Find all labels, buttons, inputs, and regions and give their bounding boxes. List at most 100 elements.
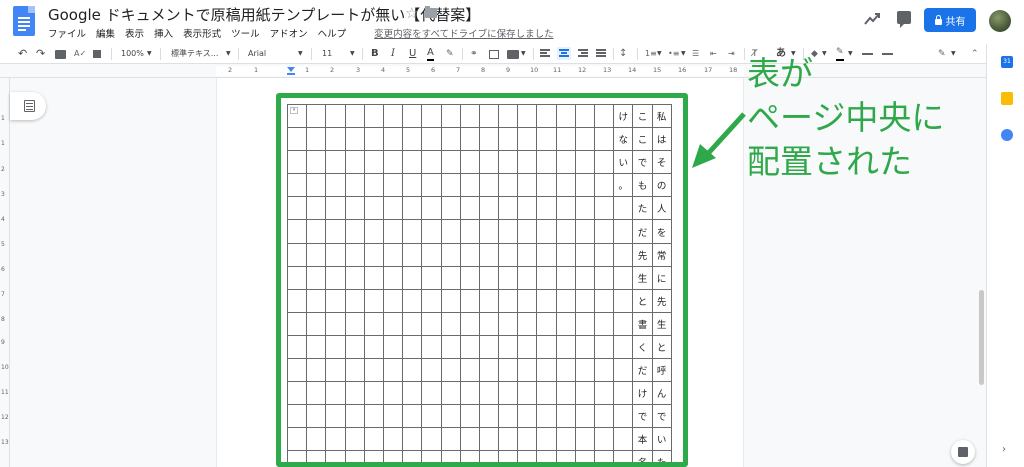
- table-cell[interactable]: [517, 404, 538, 429]
- table-cell[interactable]: [363, 381, 384, 406]
- keep-icon[interactable]: [1001, 92, 1013, 105]
- zoom-select[interactable]: 100%: [121, 47, 144, 61]
- table-cell[interactable]: [613, 381, 634, 406]
- table-cell[interactable]: [382, 404, 404, 429]
- table-cell[interactable]: [593, 219, 615, 244]
- menu-edit[interactable]: 編集: [96, 26, 115, 40]
- table-cell[interactable]: [459, 288, 480, 313]
- table-cell[interactable]: [363, 103, 384, 129]
- table-cell[interactable]: [306, 450, 327, 462]
- table-cell[interactable]: [382, 196, 404, 221]
- table-cell[interactable]: [555, 334, 576, 360]
- table-cell[interactable]: [459, 103, 480, 129]
- table-cell[interactable]: も: [632, 173, 653, 198]
- explore-button[interactable]: [951, 440, 975, 464]
- table-cell[interactable]: [402, 150, 423, 175]
- table-cell[interactable]: [574, 173, 596, 198]
- table-cell[interactable]: [555, 150, 576, 175]
- table-cell[interactable]: 生: [632, 265, 653, 290]
- table-cell[interactable]: [536, 381, 557, 406]
- vertical-ruler[interactable]: 1 1 2 3 4 5 6 7 8 9 10 11 12 13: [0, 78, 10, 467]
- add-comment-icon[interactable]: [489, 50, 499, 59]
- table-cell[interactable]: [536, 427, 557, 452]
- table-cell[interactable]: [574, 219, 596, 244]
- table-cell[interactable]: [459, 127, 480, 152]
- share-button[interactable]: 共有: [924, 8, 976, 32]
- menu-addons[interactable]: アドオン: [270, 26, 308, 40]
- table-cell[interactable]: そ: [651, 150, 672, 175]
- table-cell[interactable]: [440, 311, 461, 336]
- table-cell[interactable]: [498, 242, 519, 267]
- table-cell[interactable]: [325, 358, 346, 383]
- table-cell[interactable]: [593, 127, 615, 152]
- table-cell[interactable]: [593, 334, 615, 360]
- print-icon[interactable]: [55, 50, 66, 59]
- table-cell[interactable]: [325, 265, 346, 290]
- table-cell[interactable]: [325, 334, 346, 360]
- table-cell[interactable]: [306, 288, 327, 313]
- table-cell[interactable]: [363, 311, 384, 336]
- table-cell[interactable]: [325, 127, 346, 152]
- table-cell[interactable]: [536, 173, 557, 198]
- table-cell[interactable]: [440, 427, 461, 452]
- table-cell[interactable]: [536, 196, 557, 221]
- table-cell[interactable]: [402, 288, 423, 313]
- avatar[interactable]: [989, 10, 1011, 32]
- table-cell[interactable]: [536, 311, 557, 336]
- table-cell[interactable]: [555, 103, 576, 129]
- table-cell[interactable]: [325, 288, 346, 313]
- table-cell[interactable]: [613, 288, 634, 313]
- table-cell[interactable]: [593, 196, 615, 221]
- table-cell[interactable]: [306, 381, 327, 406]
- paint-format-icon[interactable]: [93, 50, 101, 58]
- table-cell[interactable]: [613, 404, 634, 429]
- table-cell[interactable]: [517, 381, 538, 406]
- table-cell[interactable]: [306, 358, 327, 383]
- table-cell[interactable]: [306, 427, 327, 452]
- table-cell[interactable]: [555, 127, 576, 152]
- table-cell[interactable]: [421, 196, 442, 221]
- table-cell[interactable]: [536, 219, 557, 244]
- table-cell[interactable]: [421, 450, 442, 462]
- table-cell[interactable]: [478, 450, 500, 462]
- table-cell[interactable]: た: [651, 450, 672, 462]
- table-cell[interactable]: [574, 150, 596, 175]
- align-right-icon[interactable]: [578, 49, 588, 58]
- table-cell[interactable]: [421, 311, 442, 336]
- table-cell[interactable]: [478, 288, 500, 313]
- table-cell[interactable]: [517, 242, 538, 267]
- table-cell[interactable]: [440, 288, 461, 313]
- table-cell[interactable]: [574, 450, 596, 462]
- table-cell[interactable]: [344, 358, 365, 383]
- document-outline-button[interactable]: [10, 92, 46, 120]
- table-cell[interactable]: 本: [632, 427, 653, 452]
- table-cell[interactable]: [574, 288, 596, 313]
- table-cell[interactable]: [498, 381, 519, 406]
- table-cell[interactable]: [459, 427, 480, 452]
- table-cell[interactable]: [286, 127, 308, 152]
- table-cell[interactable]: [593, 103, 615, 129]
- table-cell[interactable]: [440, 265, 461, 290]
- table-cell[interactable]: [459, 404, 480, 429]
- table-cell[interactable]: [421, 103, 442, 129]
- table-cell[interactable]: [344, 381, 365, 406]
- table-cell[interactable]: [613, 334, 634, 360]
- table-cell[interactable]: 常: [651, 242, 672, 267]
- table-cell[interactable]: [286, 219, 308, 244]
- table-cell[interactable]: [344, 173, 365, 198]
- table-cell[interactable]: 私: [651, 103, 672, 129]
- table-cell[interactable]: [536, 404, 557, 429]
- table-cell[interactable]: [286, 311, 308, 336]
- table-cell[interactable]: [402, 173, 423, 198]
- table-cell[interactable]: [536, 242, 557, 267]
- table-cell[interactable]: [555, 404, 576, 429]
- paragraph-style-select[interactable]: 標準テキス...: [171, 47, 218, 61]
- menu-format[interactable]: 表示形式: [183, 26, 221, 40]
- save-status-link[interactable]: 変更内容をすべてドライブに保存しました: [374, 26, 553, 40]
- table-cell[interactable]: [517, 334, 538, 360]
- table-cell[interactable]: [286, 242, 308, 267]
- table-cell[interactable]: [498, 150, 519, 175]
- table-cell[interactable]: [344, 404, 365, 429]
- table-cell[interactable]: [421, 219, 442, 244]
- table-cell[interactable]: [440, 127, 461, 152]
